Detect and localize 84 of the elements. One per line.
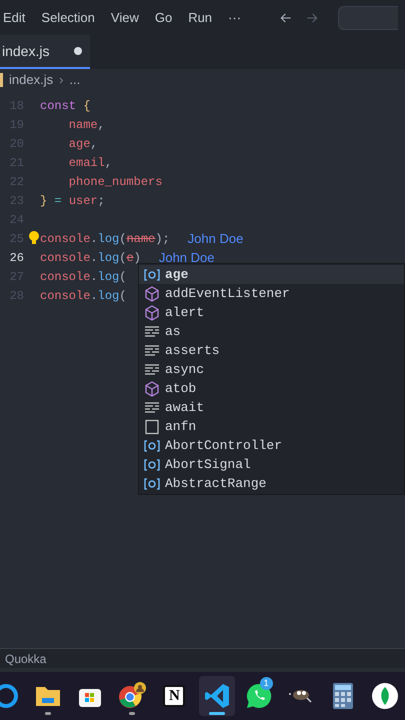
code-token: . bbox=[90, 268, 98, 286]
code-token: ( bbox=[119, 288, 126, 304]
code-token: console bbox=[40, 230, 90, 248]
suggestion-item[interactable]: alert bbox=[139, 303, 404, 322]
code-token: email bbox=[68, 154, 105, 172]
inline-hint: John Doe bbox=[158, 248, 214, 267]
code-editor-icon bbox=[202, 682, 231, 710]
line-number: 26 bbox=[8, 250, 25, 266]
code-token: ( bbox=[119, 250, 126, 266]
leaf-icon bbox=[370, 682, 399, 710]
keyword-lines-icon bbox=[144, 344, 160, 358]
notion-logo: N bbox=[163, 685, 186, 707]
menu-item[interactable]: Selection bbox=[40, 8, 96, 28]
suggestion-item[interactable]: as bbox=[139, 322, 404, 341]
breadcrumb-item[interactable]: index.js bbox=[9, 70, 54, 90]
variable-icon bbox=[144, 268, 160, 282]
code-token: log bbox=[98, 288, 120, 304]
code-token: const bbox=[40, 98, 76, 114]
menu-item[interactable]: View bbox=[110, 8, 140, 28]
search-field[interactable] bbox=[338, 6, 398, 30]
inline-hint: John Doe bbox=[188, 230, 244, 248]
cube-icon bbox=[144, 286, 160, 302]
code-token: log bbox=[98, 250, 120, 266]
code-token: phone_numbers bbox=[68, 174, 162, 190]
suggestion-item[interactable]: asserts bbox=[139, 341, 404, 360]
lightbulb-icon[interactable] bbox=[28, 231, 40, 245]
suggestion-item[interactable]: await bbox=[139, 398, 404, 417]
variable-icon bbox=[144, 476, 160, 490]
breadcrumb-item[interactable]: ... bbox=[69, 70, 80, 90]
menu-item[interactable]: Go bbox=[154, 8, 174, 28]
notification-badge: 1 bbox=[260, 677, 273, 690]
code-token: ; bbox=[98, 192, 105, 210]
code-token: , bbox=[90, 136, 98, 152]
suggestion-item[interactable]: anfn bbox=[139, 417, 404, 436]
code-token: e bbox=[126, 250, 134, 266]
variable-icon bbox=[144, 438, 160, 452]
calculator-icon bbox=[330, 682, 355, 710]
cube-icon bbox=[144, 304, 160, 320]
code-token: console bbox=[40, 268, 90, 286]
menu-item[interactable]: ··· bbox=[227, 8, 242, 28]
keyword-lines-icon bbox=[144, 400, 160, 414]
js-file-icon bbox=[0, 73, 3, 87]
square-icon bbox=[144, 418, 160, 434]
suggestion-item[interactable]: AbstractRange bbox=[139, 474, 404, 493]
browser-icon bbox=[117, 681, 148, 711]
variable-icon bbox=[144, 458, 160, 472]
suggestion-item[interactable]: AbortController bbox=[139, 436, 404, 455]
code-token: . bbox=[90, 288, 98, 304]
breadcrumb-separator: › bbox=[59, 71, 64, 90]
code-token: console bbox=[40, 250, 90, 266]
code-token: ) bbox=[134, 250, 141, 266]
code-token: ); bbox=[155, 230, 170, 248]
code-token: log bbox=[98, 268, 120, 286]
code-token: , bbox=[98, 116, 105, 134]
suggestion-item[interactable]: atob bbox=[139, 379, 404, 398]
code-token: ( bbox=[119, 230, 126, 248]
code-token: } bbox=[40, 192, 48, 210]
code-token: ( bbox=[119, 268, 126, 286]
taskbar-button[interactable]: N bbox=[156, 676, 192, 716]
code-token: user bbox=[68, 192, 98, 210]
suggestion-item[interactable]: async bbox=[139, 360, 404, 379]
code-token: { bbox=[82, 98, 90, 114]
menu-item[interactable]: Run bbox=[187, 8, 214, 28]
animal-mascot-icon bbox=[289, 689, 312, 703]
code-token: name bbox=[68, 116, 98, 134]
code-token: age bbox=[68, 136, 90, 152]
suggestion-item[interactable]: AbortSignal bbox=[139, 455, 404, 474]
code-token: . bbox=[90, 250, 98, 266]
code-token: . bbox=[90, 230, 98, 248]
code-token: console bbox=[40, 288, 90, 304]
code-token: , bbox=[104, 154, 112, 172]
ring-icon bbox=[0, 682, 20, 710]
cube-icon bbox=[144, 380, 160, 396]
status-bar-label[interactable]: Quokka bbox=[0, 650, 46, 668]
code-token: = bbox=[53, 192, 63, 210]
taskbar-button[interactable] bbox=[198, 676, 235, 716]
menu-item[interactable]: Edit bbox=[2, 8, 26, 28]
editor-tab[interactable]: index.js bbox=[0, 35, 90, 69]
keyword-lines-icon bbox=[144, 324, 160, 338]
keyword-lines-icon bbox=[144, 362, 160, 376]
suggestion-item[interactable]: addEventListener bbox=[139, 284, 404, 303]
code-token: log bbox=[98, 230, 120, 248]
suggestion-item[interactable]: age bbox=[139, 265, 404, 284]
code-token: name bbox=[126, 230, 156, 248]
